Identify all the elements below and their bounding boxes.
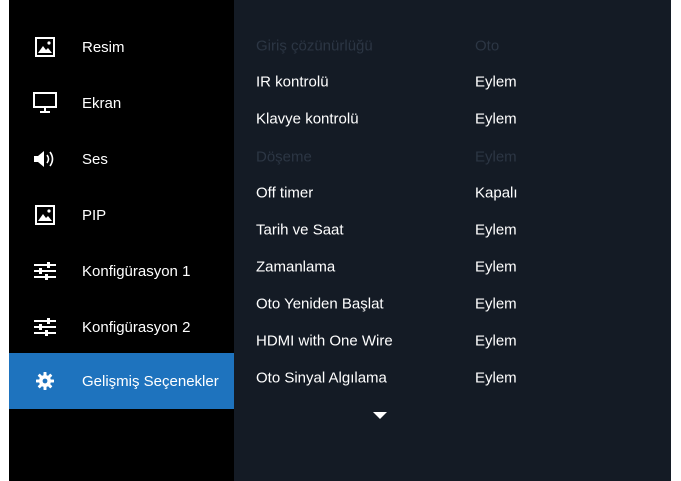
picture-icon — [32, 204, 58, 226]
setting-row-zamanlama[interactable]: Zamanlama Eylem — [234, 249, 671, 285]
setting-name: Off timer — [256, 184, 314, 202]
setting-name: IR kontrolü — [256, 73, 329, 91]
setting-value: Oto — [475, 37, 500, 55]
sidebar-item-label: Ses — [82, 150, 108, 168]
sidebar-item-gelismis-secenekler[interactable]: Gelişmiş Seçenekler — [9, 353, 234, 409]
sidebar-item-konfigurasyon-2[interactable]: Konfigürasyon 2 — [9, 299, 234, 355]
setting-value: Eylem — [475, 332, 517, 350]
setting-value: Eylem — [475, 148, 517, 166]
sidebar-item-ekran[interactable]: Ekran — [9, 75, 234, 131]
setting-name: Döşeme — [256, 148, 312, 166]
sidebar-item-label: Ekran — [82, 94, 122, 112]
sidebar-item-label: Gelişmiş Seçenekler — [82, 372, 219, 390]
sidebar-item-pip[interactable]: PIP — [9, 187, 234, 243]
setting-name: Klavye kontrolü — [256, 110, 359, 128]
setting-row-hdmi-with-one-wire[interactable]: HDMI with One Wire Eylem — [234, 323, 671, 359]
sidebar-item-label: Konfigürasyon 2 — [82, 318, 191, 336]
setting-row-tarih-ve-saat[interactable]: Tarih ve Saat Eylem — [234, 212, 671, 248]
setting-value: Eylem — [475, 110, 517, 128]
picture-icon — [32, 36, 58, 58]
sliders-icon — [32, 316, 58, 338]
sidebar-item-resim[interactable]: Resim — [9, 19, 234, 75]
sidebar-item-label: PIP — [82, 206, 107, 224]
setting-name: Tarih ve Saat — [256, 221, 344, 239]
setting-value: Eylem — [475, 258, 517, 276]
setting-value: Eylem — [475, 295, 517, 313]
sidebar-item-ses[interactable]: Ses — [9, 131, 234, 187]
setting-value: Kapalı — [475, 184, 518, 202]
osd-menu: Resim Ekran Ses PIP Konfigürasyon 1 Konf… — [9, 0, 671, 481]
speaker-icon — [32, 148, 58, 170]
gear-icon — [32, 370, 58, 392]
setting-row-oto-sinyal-algilama[interactable]: Oto Sinyal Algılama Eylem — [234, 360, 671, 396]
setting-value: Eylem — [475, 221, 517, 239]
setting-row-klavye-kontrolu[interactable]: Klavye kontrolü Eylem — [234, 101, 671, 137]
triangle-down-icon[interactable] — [373, 410, 387, 420]
setting-row-doseme: Döşeme Eylem — [234, 139, 671, 175]
setting-name: HDMI with One Wire — [256, 332, 393, 350]
setting-value: Eylem — [475, 369, 517, 387]
setting-name: Giriş çözünürlüğü — [256, 37, 373, 55]
sidebar-item-label: Resim — [82, 38, 125, 56]
setting-row-off-timer[interactable]: Off timer Kapalı — [234, 175, 671, 211]
settings-panel: Giriş çözünürlüğü Oto IR kontrolü Eylem … — [234, 0, 671, 481]
sidebar-item-label: Konfigürasyon 1 — [82, 262, 191, 280]
sidebar-item-konfigurasyon-1[interactable]: Konfigürasyon 1 — [9, 243, 234, 299]
setting-name: Zamanlama — [256, 258, 336, 276]
setting-row-ir-kontrolu[interactable]: IR kontrolü Eylem — [234, 64, 671, 100]
setting-row-giris-cozunurlugu: Giriş çözünürlüğü Oto — [234, 28, 671, 64]
setting-name: Oto Yeniden Başlat — [256, 295, 384, 313]
setting-name: Oto Sinyal Algılama — [256, 369, 387, 387]
sliders-icon — [32, 260, 58, 282]
setting-value: Eylem — [475, 73, 517, 91]
sidebar: Resim Ekran Ses PIP Konfigürasyon 1 Konf… — [9, 0, 234, 481]
setting-row-oto-yeniden-baslat[interactable]: Oto Yeniden Başlat Eylem — [234, 286, 671, 322]
monitor-icon — [32, 92, 58, 114]
